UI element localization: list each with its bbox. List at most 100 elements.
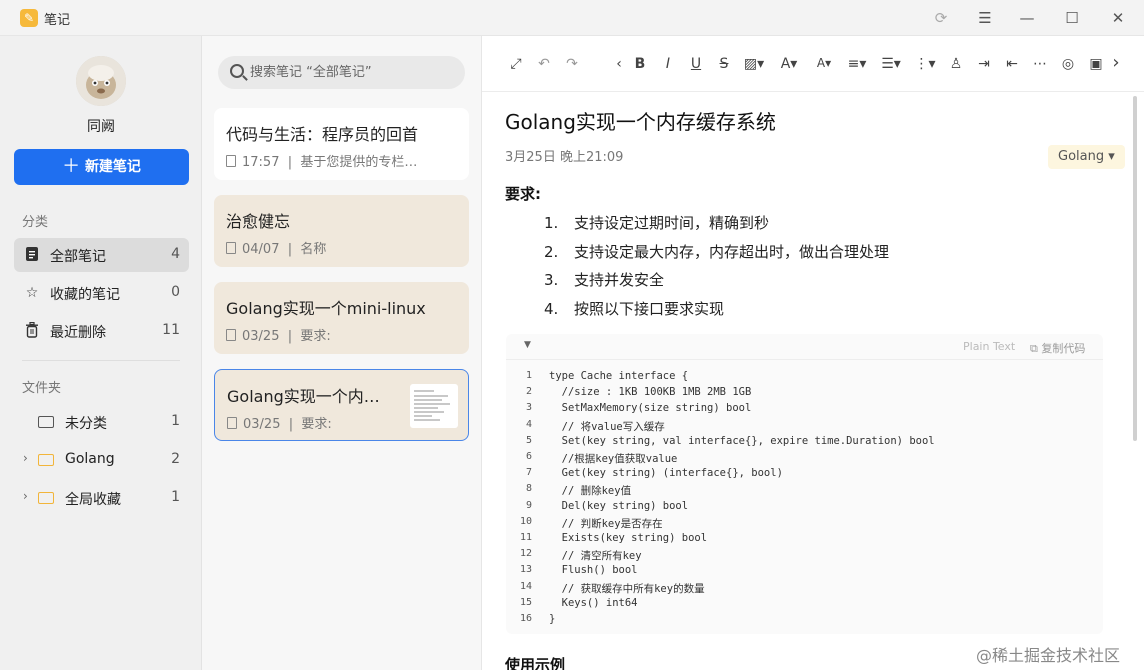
folder-icon [38,416,54,428]
scrollbar[interactable] [1133,96,1137,441]
list-item: 3. 支持并发安全 [544,271,665,289]
folder-golang[interactable]: › Golang 2 [14,443,189,477]
sidebar-item-recently-deleted[interactable]: 最近删除 11 [14,314,189,348]
checkbox-icon[interactable]: ◎ [1057,56,1079,72]
avatar[interactable] [76,56,126,106]
note-card[interactable]: 治愈健忘 04/07 | 名称 [214,195,469,267]
search-input[interactable] [250,62,455,83]
indent-icon[interactable]: ⇥ [973,56,995,72]
list-item: 4. 按照以下接口要求实现 [544,300,725,318]
code-text: //size : 1KB 100KB 1MB 2MB 1GB [549,386,752,399]
code-line: 3 SetMaxMemory(size string) bool [506,402,1103,418]
highlight-icon[interactable]: ▨▾ [743,56,765,72]
folder-label: 全局收藏 [65,492,121,508]
undo-icon[interactable]: ↶ [533,56,555,72]
image-icon[interactable]: ▣ [1085,56,1107,72]
italic-icon[interactable]: I [657,56,679,72]
sidebar-item-count: 0 [171,284,180,300]
plus-icon: ＋ [62,156,81,177]
search-bar[interactable] [218,56,465,89]
folder-uncategorized[interactable]: 未分类 1 [14,405,189,439]
font-size-icon[interactable]: A▾ [813,56,835,70]
note-meta: 04/07 | 名称 [226,238,326,257]
note-separator: | [288,417,294,432]
minimize-icon[interactable]: — [1012,6,1042,30]
sync-icon[interactable]: ⟳ [926,6,956,30]
chevron-right-icon[interactable]: › [23,489,28,503]
folder-global-favorites[interactable]: › 全局收藏 1 [14,481,189,515]
sidebar-item-label: 收藏的笔记 [50,287,120,303]
document-icon [226,155,236,167]
divider-line-icon[interactable]: ⋯ [1029,56,1051,72]
list-icon[interactable]: ⋮▾ [914,56,936,72]
note-thumbnail [410,384,458,428]
sidebar-item-all-notes[interactable]: 全部笔记 4 [14,238,189,272]
requirements-label: 要求: [505,185,541,203]
folder-icon [38,492,54,504]
expand-icon[interactable]: ⤢ [505,56,527,72]
code-line: 7 Get(key string) (interface{}, bool) [506,467,1103,483]
document-icon [23,246,41,264]
line-number: 13 [519,564,532,576]
font-color-icon[interactable]: A▾ [778,56,800,72]
folder-icon [38,454,54,466]
chevron-right-icon[interactable]: › [1105,52,1127,73]
code-line: 9 Del(key string) bool [506,500,1103,516]
line-number: 8 [525,483,532,495]
search-icon [230,64,244,78]
code-line: 8 // 删除key值 [506,483,1103,499]
note-card-selected[interactable]: Golang实现一个内… 03/25 | 要求: [214,369,469,441]
format-painter-icon[interactable]: ♙ [945,56,967,72]
note-preview: 要求: [301,417,332,432]
code-line: 16} [506,613,1103,629]
code-line: 1 type Cache interface { [506,370,1103,386]
note-card[interactable]: Golang实现一个mini-linux 03/25 | 要求: [214,282,469,354]
note-title: 代码与生活：程序员的回首 [226,125,419,144]
document-icon [227,417,237,429]
document-icon [226,329,236,341]
sidebar-item-count: 4 [171,246,180,262]
note-meta: 03/25 | 要求: [227,413,332,432]
sidebar-item-label: 全部笔记 [50,249,106,265]
note-time: 17:57 [242,155,280,170]
folder-tag-dropdown[interactable]: Golang ▾ [1048,145,1125,169]
note-time: 04/07 [242,242,280,257]
note-meta: 17:57 | 基于您提供的专栏… [226,151,417,170]
code-text: // 获取缓存中所有key的数量 [549,582,705,595]
new-note-button[interactable]: ＋ 新建笔记 [14,149,189,185]
strikethrough-icon[interactable]: S [713,56,735,72]
underline-icon[interactable]: U [685,56,707,72]
folder-count: 1 [171,413,180,429]
code-line: 4 // 将value写入缓存 [506,419,1103,435]
code-line: 6 //根据key值获取value [506,451,1103,467]
collapse-caret-icon[interactable]: ▼ [524,340,531,350]
line-number: 6 [525,451,532,462]
copy-code-button[interactable]: ⧉ 复制代码 [1030,340,1085,356]
note-title: 治愈健忘 [226,212,291,231]
redo-icon[interactable]: ↷ [561,56,583,72]
note-title-heading[interactable]: Golang实现一个内存缓存系统 [505,106,776,135]
close-icon[interactable]: ✕ [1103,6,1133,30]
app-title: 笔记 [44,13,71,28]
menu-icon[interactable]: ☰ [970,6,1000,30]
align-icon[interactable]: ≡▾ [846,56,868,72]
code-line: 10 // 判断key是否存在 [506,516,1103,532]
chevron-left-icon[interactable]: ‹ [608,56,630,72]
heading-icon[interactable]: ☰▾ [880,56,902,72]
folder-count: 1 [171,489,180,505]
outdent-icon[interactable]: ⇤ [1001,56,1023,72]
note-meta: 03/25 | 要求: [226,325,331,344]
code-text: // 清空所有key [549,550,642,563]
code-block[interactable]: ▼ Plain Text ⧉ 复制代码 1 type Cache interfac… [506,334,1103,634]
copy-icon: ⧉ [1030,342,1038,355]
chevron-right-icon[interactable]: › [23,451,28,465]
note-card[interactable]: 代码与生活：程序员的回首 17:57 | 基于您提供的专栏… [214,108,469,180]
bold-icon[interactable]: B [629,56,651,72]
user-name: 同阙 [87,119,115,135]
code-text: // 将value写入缓存 [549,420,665,433]
sidebar-item-favorites[interactable]: ☆ 收藏的笔记 0 [14,276,189,310]
code-language[interactable]: Plain Text [963,340,1015,353]
note-preview: 要求: [300,329,331,344]
note-separator: | [287,329,293,344]
maximize-icon[interactable]: ☐ [1057,6,1087,30]
